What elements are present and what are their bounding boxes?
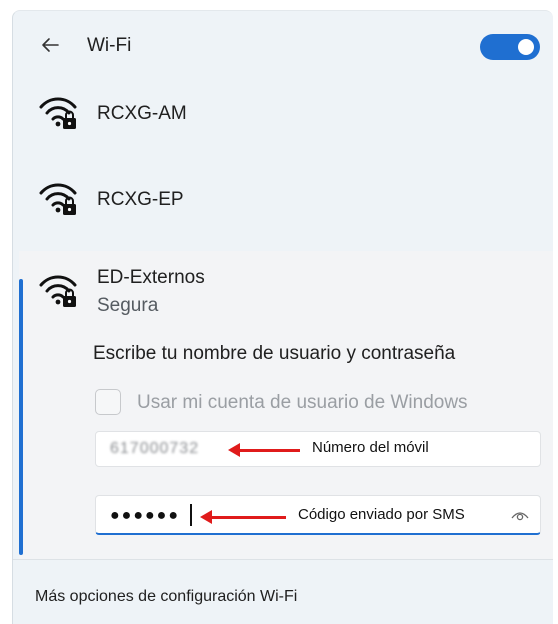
more-wifi-settings-link[interactable]: Más opciones de configuración Wi-Fi <box>35 588 297 606</box>
checkbox-box <box>95 389 121 415</box>
page-title: Wi-Fi <box>87 35 132 56</box>
annotation-arrow <box>228 443 300 457</box>
credentials-prompt: Escribe tu nombre de usuario y contraseñ… <box>93 343 456 364</box>
network-name: ED-Externos <box>97 267 205 288</box>
network-item-ed-externos: ED-Externos Segura Escribe tu nombre de … <box>19 251 553 581</box>
network-security-status: Segura <box>97 295 159 316</box>
password-annotation: Código enviado por SMS <box>298 506 465 523</box>
wifi-flyout: Wi-Fi RCXG-AM RCXG-EP ED-Externos Segura… <box>12 10 553 624</box>
toggle-knob <box>518 39 534 55</box>
selection-accent-bar <box>19 279 23 555</box>
back-button[interactable] <box>39 33 61 57</box>
annotation-arrow <box>200 510 286 524</box>
flyout-footer: Más opciones de configuración Wi-Fi <box>13 559 553 624</box>
username-input[interactable]: 617000732 Número del móvil <box>95 431 541 467</box>
back-arrow-icon <box>42 38 59 52</box>
wifi-secured-icon <box>39 97 77 129</box>
network-item-rcxg-am[interactable]: RCXG-AM <box>13 89 553 149</box>
wifi-secured-icon <box>39 183 77 215</box>
reveal-password-icon[interactable] <box>510 508 530 522</box>
password-value: ●●●●●● <box>110 507 180 524</box>
network-name: RCXG-EP <box>97 189 184 210</box>
username-value: 617000732 <box>110 440 200 457</box>
text-caret <box>190 504 192 526</box>
checkbox-label: Usar mi cuenta de usuario de Windows <box>137 392 468 413</box>
password-input[interactable]: ●●●●●● Código enviado por SMS <box>95 495 541 535</box>
wifi-secured-icon <box>39 275 77 307</box>
flyout-header: Wi-Fi <box>13 11 553 81</box>
network-item-rcxg-ep[interactable]: RCXG-EP <box>13 175 553 235</box>
wifi-toggle[interactable] <box>480 34 540 60</box>
username-annotation: Número del móvil <box>312 439 429 456</box>
network-name: RCXG-AM <box>97 103 187 124</box>
